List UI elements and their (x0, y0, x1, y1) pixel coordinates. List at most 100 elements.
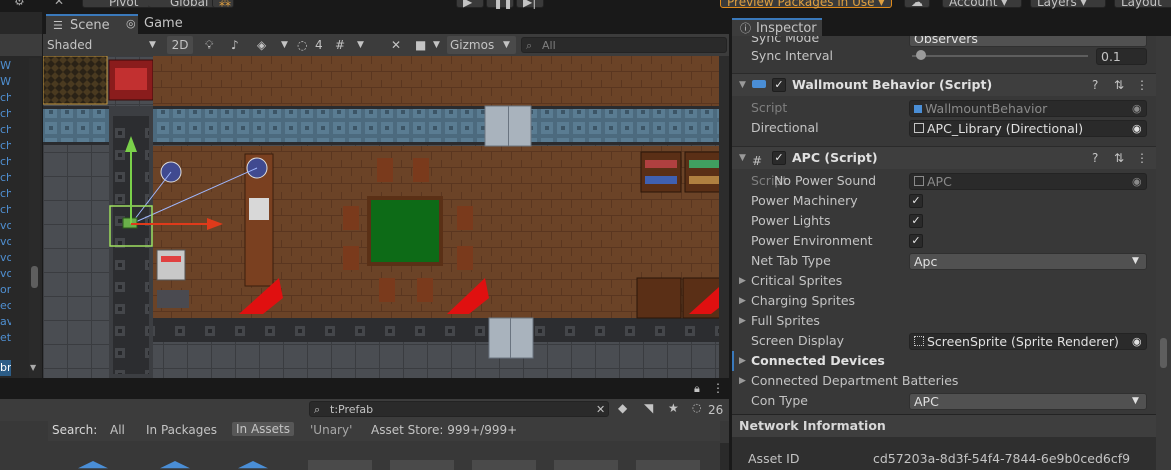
hierarchy-row[interactable]: ch (0, 90, 11, 106)
scene-canvas[interactable] (43, 56, 729, 378)
camera-icon[interactable]: ■ (415, 36, 426, 54)
help-icon[interactable]: ? (1092, 74, 1098, 96)
filter-type-icon[interactable]: ◆ (618, 401, 627, 415)
asset-thumbnail[interactable] (472, 460, 536, 470)
prefab-icon[interactable] (238, 461, 268, 469)
preset-icon[interactable]: ⇅ (1114, 74, 1124, 96)
inspector-scrollbar[interactable] (1156, 36, 1171, 470)
tools-icon[interactable]: ⚙ (14, 0, 30, 7)
wallmount-component-header[interactable]: ▼ ✓ Wallmount Behavior (Script) ? ⇅ ⋮ (732, 73, 1156, 96)
hierarchy-row[interactable]: or (0, 282, 11, 298)
play-button[interactable]: ▶ (456, 0, 484, 9)
hierarchy-row[interactable]: ch (0, 170, 11, 186)
filter-all[interactable]: All (110, 423, 125, 437)
full-sprites-row[interactable]: ▶ Full Sprites (732, 311, 1152, 331)
layers-dropdown[interactable]: Layers ▾ (1030, 0, 1106, 9)
scene-search-input[interactable]: ⌕ All (521, 37, 727, 53)
slider-thumb[interactable] (916, 50, 926, 60)
audio-icon[interactable]: ♪ (231, 36, 239, 54)
hierarchy-row[interactable]: ec (0, 298, 11, 314)
menu-icon[interactable]: ⋮ (1136, 74, 1148, 96)
inspector-scroll-thumb[interactable] (1160, 338, 1167, 368)
hierarchy-row[interactable]: vo (0, 218, 11, 234)
cloud-button[interactable]: ☁ (904, 0, 930, 9)
pause-button[interactable]: ❚❚ (486, 0, 514, 9)
hierarchy-row[interactable]: vo (0, 266, 11, 282)
scene-viewport[interactable] (43, 56, 729, 378)
favorite-star-icon[interactable]: ★ (668, 401, 679, 415)
hierarchy-row[interactable]: vo (0, 250, 11, 266)
charging-sprites-row[interactable]: ▶ Charging Sprites (732, 291, 1152, 311)
hierarchy-row[interactable]: ch (0, 186, 11, 202)
filter-in-packages[interactable]: In Packages (146, 423, 217, 437)
apc-component-header[interactable]: ▼ # ✓ APC (Script) ? ⇅ ⋮ (732, 146, 1156, 169)
project-search-input[interactable]: ⌕ t:Prefab ✕ (309, 401, 609, 417)
target-icon[interactable]: ◉ (1132, 121, 1142, 136)
hierarchy-row[interactable]: et (0, 330, 11, 346)
effects-icon[interactable]: ◈ (257, 36, 266, 54)
filter-unary[interactable]: 'Unary' (310, 423, 352, 437)
hierarchy-row[interactable]: ch (0, 138, 11, 154)
critical-sprites-row[interactable]: ▶ Critical Sprites (732, 271, 1152, 291)
hierarchy-row[interactable]: W (0, 58, 11, 74)
power-environment-checkbox[interactable]: ✓ (909, 234, 923, 248)
visibility-icon[interactable]: ◌ (297, 36, 307, 54)
clear-search-icon[interactable]: ✕ (596, 402, 605, 418)
preset-icon[interactable]: ⇅ (1114, 147, 1124, 169)
hierarchy-row[interactable]: ch (0, 106, 11, 122)
scene-scrollbar[interactable] (719, 56, 729, 378)
wrench-icon[interactable]: ✕ (54, 0, 70, 7)
foldout-arrow-icon[interactable]: ▶ (739, 311, 746, 331)
asset-thumbnail[interactable] (390, 460, 454, 470)
lock-icon[interactable]: 🔒︎ (694, 382, 700, 396)
hierarchy-row[interactable]: W (0, 74, 11, 90)
effects-dropdown-icon[interactable]: ▼ (281, 36, 288, 54)
asset-scrollbar[interactable] (720, 443, 729, 470)
lighting-icon[interactable]: 💡︎ (205, 36, 213, 54)
scroll-down-icon[interactable]: ▼ (30, 363, 36, 372)
help-icon[interactable]: ? (1092, 147, 1098, 169)
hierarchy-scroll-thumb[interactable] (31, 266, 38, 288)
grid-dropdown-icon[interactable]: ▼ (357, 36, 364, 54)
layout-dropdown[interactable]: Layout (1114, 0, 1171, 9)
foldout-arrow-icon[interactable]: ▼ (739, 74, 746, 96)
tab-game[interactable]: ◎ Game (120, 14, 208, 34)
filter-in-assets[interactable]: In Assets (232, 422, 295, 436)
hierarchy-row[interactable]: ch (0, 202, 11, 218)
sync-interval-slider[interactable] (912, 50, 1088, 60)
filter-label-icon[interactable]: ◥ (644, 401, 653, 415)
camera-dropdown-icon[interactable]: ▼ (433, 36, 440, 54)
prefab-icon[interactable] (78, 461, 108, 469)
connected-devices-row[interactable]: ▶ Connected Devices (732, 351, 1152, 371)
power-machinery-checkbox[interactable]: ✓ (909, 194, 923, 208)
asset-thumbnail[interactable] (308, 460, 372, 470)
sync-interval-input[interactable]: 0.1 (1096, 48, 1147, 65)
wallmount-enabled-checkbox[interactable]: ✓ (772, 78, 786, 92)
mode-2d-toggle[interactable]: 2D (167, 36, 193, 54)
hierarchy-row-selected[interactable]: br (0, 360, 11, 376)
connected-batteries-row[interactable]: ▶ Connected Department Batteries (732, 371, 1152, 391)
foldout-arrow-icon[interactable]: ▶ (739, 291, 746, 311)
hidden-packages-icon[interactable]: ◌ (692, 401, 702, 414)
tools-icon[interactable]: ✕ (391, 36, 401, 54)
draw-mode-dropdown[interactable]: Shaded ▼ (45, 36, 163, 54)
gizmos-button[interactable]: Gizmos ▼ (447, 36, 516, 54)
directional-field[interactable]: APC_Library (Directional) ◉ (909, 120, 1147, 137)
asset-thumbnail[interactable] (554, 460, 618, 470)
power-lights-checkbox[interactable]: ✓ (909, 214, 923, 228)
tab-inspector[interactable]: ⓘ Inspector (732, 18, 822, 36)
hierarchy-scrollbar[interactable]: ▼ (29, 58, 40, 378)
prefab-icon[interactable] (160, 461, 190, 469)
foldout-arrow-icon[interactable]: ▶ (739, 351, 746, 371)
asset-store-label[interactable]: Asset Store: 999+/999+ (371, 423, 517, 437)
asset-thumbnail[interactable] (636, 460, 700, 470)
foldout-arrow-icon[interactable]: ▶ (739, 371, 746, 391)
target-icon[interactable]: ◉ (1132, 334, 1142, 349)
preview-packages-button[interactable]: Preview Packages in Use ▾ (720, 0, 892, 9)
snap-button[interactable]: ⁂ (212, 0, 234, 9)
net-tab-type-dropdown[interactable]: Apc ▼ (909, 253, 1147, 270)
step-button[interactable]: ▶| (516, 0, 544, 9)
hierarchy-row[interactable]: av (0, 314, 11, 330)
menu-icon[interactable]: ⋮ (712, 381, 724, 395)
hierarchy-row[interactable]: ch (0, 154, 11, 170)
